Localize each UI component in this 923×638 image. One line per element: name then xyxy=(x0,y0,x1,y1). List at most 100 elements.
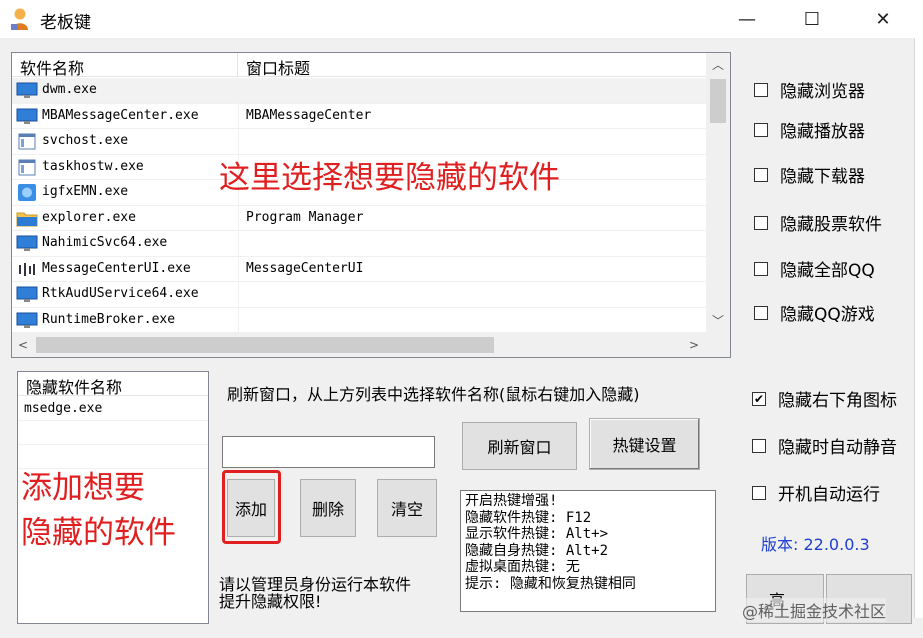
window-icon xyxy=(16,159,38,176)
option-label: 隐藏播放器 xyxy=(780,122,865,142)
add-button-highlight xyxy=(222,470,281,544)
refresh-window-button[interactable]: 刷新窗口 xyxy=(462,422,577,470)
option-label: 隐藏时自动静音 xyxy=(778,438,897,458)
software-name-input[interactable] xyxy=(222,436,435,468)
hidden-list-item[interactable]: msedge.exe xyxy=(18,397,208,421)
version-label: 版本: 22.0.0.3 xyxy=(761,535,870,554)
monitor-icon xyxy=(16,286,38,303)
window-title-cell: MessageCenterUI xyxy=(246,260,364,276)
column-divider xyxy=(238,231,239,256)
process-name: RtkAudUService64.exe xyxy=(42,286,199,301)
process-row[interactable]: svchost.exe xyxy=(12,129,706,155)
process-row[interactable]: MessageCenterUI.exe MessageCenterUI xyxy=(12,256,706,282)
option-checkbox[interactable]: 隐藏股票软件 xyxy=(754,210,882,235)
vertical-scrollbar[interactable]: ︿ ﹀ xyxy=(706,53,730,333)
horizontal-scrollbar[interactable]: < > xyxy=(12,333,706,357)
watermark-text: @稀土掘金技术社区 xyxy=(742,598,887,622)
admin-note-line2: 提升隐藏权限! xyxy=(219,592,322,611)
process-name: svchost.exe xyxy=(42,133,129,148)
column-divider xyxy=(238,103,239,129)
process-row[interactable]: RtkAudUService64.exe xyxy=(12,282,706,308)
hotkey-info-line: 提示: 隐藏和恢复热键相同 xyxy=(465,575,636,592)
process-name: explorer.exe xyxy=(42,209,136,225)
option-label: 隐藏浏览器 xyxy=(780,82,865,102)
vertical-scroll-thumb[interactable] xyxy=(710,79,726,123)
hotkey-info-line: 显示软件热键: Alt+> xyxy=(465,526,609,542)
option-checkbox[interactable]: 隐藏下载器 xyxy=(754,162,865,187)
checkbox-unchecked-icon[interactable] xyxy=(754,167,768,182)
option-checkbox[interactable]: 隐藏时自动静音 xyxy=(752,433,897,458)
checkbox-unchecked-icon[interactable] xyxy=(754,261,768,276)
column-divider xyxy=(238,307,239,333)
option-checkbox[interactable]: 隐藏浏览器 xyxy=(754,77,865,102)
process-name: MBAMessageCenter.exe xyxy=(42,107,199,123)
maximize-button[interactable]: ☐ xyxy=(789,0,835,38)
hotkey-info-line: 隐藏软件热键: F12 xyxy=(465,509,592,526)
clear-button[interactable]: 清空 xyxy=(377,479,437,537)
process-name: taskhostw.exe xyxy=(42,158,144,174)
horizontal-scroll-thumb[interactable] xyxy=(36,337,494,353)
process-row[interactable]: MBAMessageCenter.exe MBAMessageCenter xyxy=(12,103,706,129)
scroll-up-icon[interactable]: ︿ xyxy=(706,53,730,75)
option-label: 隐藏右下角图标 xyxy=(778,391,897,411)
scroll-right-icon[interactable]: > xyxy=(682,333,706,357)
checkbox-unchecked-icon[interactable] xyxy=(752,485,766,500)
option-checkbox[interactable]: 开机自动运行 xyxy=(752,480,880,505)
minimize-button[interactable]: — xyxy=(724,0,770,38)
process-name: NahimicSvc64.exe xyxy=(42,235,168,250)
process-name: dwm.exe xyxy=(42,82,97,97)
checkbox-unchecked-icon[interactable] xyxy=(754,122,768,137)
hotkey-info-line: 隐藏自身热键: Alt+2 xyxy=(465,542,609,559)
monitor-icon xyxy=(16,235,38,252)
process-list[interactable]: 软件名称 窗口标题 dwm.exe MBAMessageCenter.exe MBA… xyxy=(11,52,731,358)
checkbox-unchecked-icon[interactable] xyxy=(754,82,768,97)
process-row[interactable]: dwm.exe xyxy=(12,78,706,104)
background-window-edge xyxy=(914,38,923,618)
option-checkbox[interactable]: 隐藏QQ游戏 xyxy=(754,300,875,325)
hidden-list-empty-row xyxy=(18,421,208,445)
select-hint-annotation: 这里选择想要隐藏的软件 xyxy=(219,160,560,196)
option-label: 隐藏下载器 xyxy=(780,167,865,187)
process-name: RuntimeBroker.exe xyxy=(42,311,176,327)
hidden-list-header: 隐藏软件名称 xyxy=(18,372,208,397)
process-name: igfxEMN.exe xyxy=(42,184,129,199)
option-label: 开机自动运行 xyxy=(778,485,880,505)
delete-button[interactable]: 删除 xyxy=(300,479,356,537)
column-divider xyxy=(238,78,239,103)
option-checkbox[interactable]: 隐藏播放器 xyxy=(754,117,865,142)
column-divider xyxy=(238,129,239,154)
checkbox-unchecked-icon[interactable] xyxy=(754,305,768,320)
close-button[interactable]: ✕ xyxy=(860,0,906,38)
admin-note: 请以管理员身份运行本软件 提升隐藏权限! xyxy=(219,576,411,610)
process-list-rows: dwm.exe MBAMessageCenter.exe MBAMessageCen… xyxy=(12,78,706,333)
scroll-left-icon[interactable]: < xyxy=(12,333,34,357)
hotkey-settings-button[interactable]: 热键设置 xyxy=(589,418,700,470)
add-hint-annotation-line2: 隐藏的软件 xyxy=(21,515,176,551)
window-title: 老板键 xyxy=(40,13,91,33)
process-name: MessageCenterUI.exe xyxy=(42,260,191,276)
option-label: 隐藏全部QQ xyxy=(780,261,875,281)
person-app-icon xyxy=(11,8,28,30)
monitor-icon xyxy=(16,82,38,99)
process-row[interactable]: explorer.exe Program Manager xyxy=(12,205,706,231)
window-title-cell: MBAMessageCenter xyxy=(246,107,372,123)
checkbox-unchecked-icon[interactable] xyxy=(752,438,766,453)
column-divider xyxy=(238,282,239,307)
column-divider xyxy=(238,256,239,282)
graphics-icon xyxy=(16,184,38,201)
hotkey-info-box: 开启热键增强! 隐藏软件热键: F12 显示软件热键: Alt+> 隐藏自身热键: A… xyxy=(460,490,716,612)
column-header-name[interactable]: 软件名称 xyxy=(12,53,238,78)
admin-note-line1: 请以管理员身份运行本软件 xyxy=(219,575,412,594)
scroll-down-icon[interactable]: ﹀ xyxy=(706,309,730,331)
option-label: 隐藏股票软件 xyxy=(780,215,882,235)
instructions-text: 刷新窗口，从上方列表中选择软件名称(鼠标右键加入隐藏) xyxy=(227,385,640,404)
process-row[interactable]: NahimicSvc64.exe xyxy=(12,231,706,257)
hotkey-info-line: 开启热键增强! xyxy=(465,493,558,509)
checkbox-checked-icon[interactable]: ✔ xyxy=(752,391,766,406)
process-row[interactable]: RuntimeBroker.exe xyxy=(12,307,706,333)
checkbox-unchecked-icon[interactable] xyxy=(754,215,768,230)
option-checkbox[interactable]: ✔ 隐藏右下角图标 xyxy=(752,386,897,411)
column-header-title[interactable]: 窗口标题 xyxy=(238,53,706,78)
scroll-corner xyxy=(706,333,730,357)
option-checkbox[interactable]: 隐藏全部QQ xyxy=(754,256,875,281)
